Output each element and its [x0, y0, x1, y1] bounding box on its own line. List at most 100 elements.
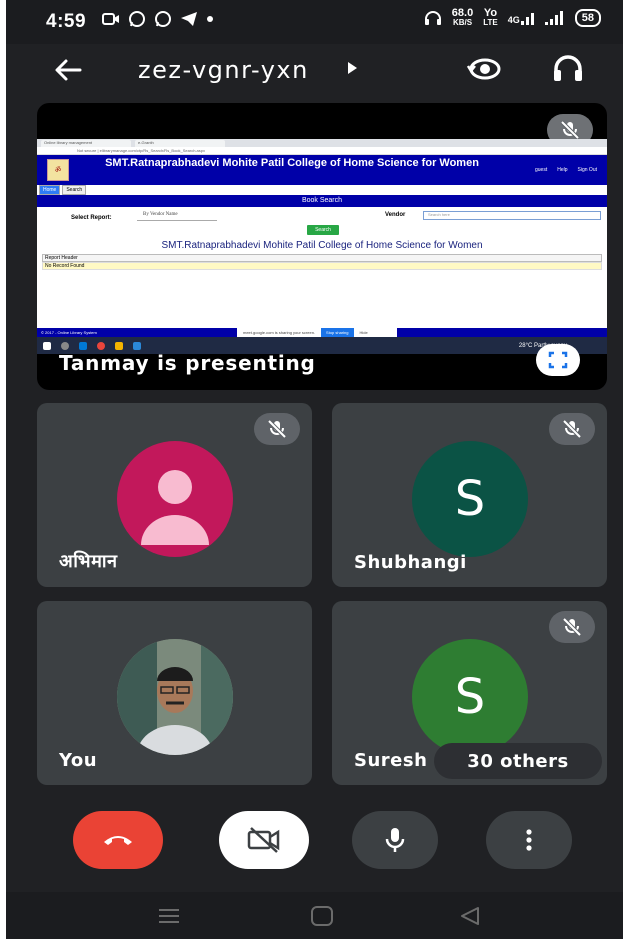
participant-name: अभिमान	[59, 551, 118, 572]
search-form: Select Report: By Vendor Name Vendor Sea…	[37, 207, 607, 235]
fullscreen-icon	[548, 351, 568, 369]
hide-button: Hide	[359, 330, 368, 335]
vendor-input: Search here	[423, 211, 601, 220]
fullscreen-button[interactable]	[536, 344, 580, 376]
camera-toggle-button[interactable]	[219, 811, 309, 869]
windows-start-icon	[43, 341, 51, 350]
whatsapp-icon-2	[155, 11, 171, 27]
home-icon[interactable]	[310, 905, 334, 927]
select-report-value: By Vendor Name	[137, 212, 217, 221]
vendor-label: Vendor	[385, 212, 406, 218]
presenter-label: Tanmay is presenting	[59, 351, 316, 375]
site-link: guest	[535, 167, 548, 173]
site-title: SMT.Ratnaprabhadevi Mohite Patil College…	[105, 157, 479, 169]
site-header: ॐ SMT.Ratnaprabhadevi Mohite Patil Colle…	[37, 155, 607, 185]
dot-icon	[207, 16, 213, 22]
meeting-header: zez-vgnr-yxn	[6, 44, 623, 96]
signal-bars-icon	[520, 13, 534, 25]
participant-name: Suresh	[354, 750, 428, 771]
status-time: 4:59	[46, 11, 87, 32]
network-type: 4G	[507, 15, 520, 25]
presentation-tile[interactable]: Online library management e-Granth Not s…	[37, 103, 607, 390]
site-link: Sign Out	[577, 167, 597, 173]
folder-icon	[115, 341, 123, 350]
browser-tab: e-Granth	[135, 140, 225, 147]
avatar: S	[412, 441, 528, 557]
site-nav-tab: Search	[62, 185, 87, 195]
avatar	[117, 441, 233, 557]
participant-tile[interactable]: S Shubhangi	[332, 403, 607, 587]
whatsapp-icon	[129, 11, 145, 27]
section-title-bar: Book Search	[37, 195, 607, 207]
volte-bottom: LTE	[483, 18, 498, 27]
mic-toggle-button[interactable]	[352, 811, 438, 869]
battery-indicator: 58	[574, 9, 601, 27]
participant-muted-badge	[549, 611, 595, 643]
participant-name: Shubhangi	[354, 552, 467, 573]
camera-off-icon	[247, 827, 280, 853]
notification-icons	[102, 10, 214, 28]
network-speed-unit: KB/S	[452, 18, 473, 27]
browser-tab-bar: Online library management e-Granth	[37, 139, 607, 147]
back-arrow-icon[interactable]	[52, 54, 84, 86]
system-nav-bar	[6, 892, 623, 939]
phone-hangup-icon	[104, 836, 132, 845]
recent-apps-icon[interactable]	[157, 907, 181, 925]
share-notice-text: meet.google.com is sharing your screen.	[243, 330, 316, 335]
mic-off-icon	[562, 617, 582, 637]
headphones-status-icon	[424, 11, 441, 25]
app-icon	[133, 341, 141, 350]
search-button: Search	[307, 225, 339, 235]
site-links: guest Help Sign Out	[535, 167, 597, 173]
chrome-icon	[97, 341, 105, 350]
volte-top: Yo	[483, 7, 498, 19]
person-icon	[141, 470, 209, 545]
college-title: SMT.Ratnaprabhadevi Mohite Patil College…	[161, 240, 483, 251]
signal-4g: 4G	[508, 11, 535, 25]
end-call-button[interactable]	[73, 811, 163, 869]
avatar: S	[412, 639, 528, 755]
telegram-icon	[181, 12, 197, 26]
more-vert-icon	[526, 829, 532, 851]
participant-tile[interactable]: अभिमान	[37, 403, 312, 587]
camera-notification-icon	[102, 13, 119, 25]
site-nav-tab: Home	[39, 185, 61, 195]
participant-muted-badge	[549, 413, 595, 445]
browser-url-bar: Not secure | elibrarymanage.com/ctp/Rs_S…	[37, 147, 607, 155]
select-report-label: Select Report:	[71, 215, 112, 221]
back-icon[interactable]	[458, 905, 482, 927]
site-nav: Home Search	[37, 185, 607, 195]
network-speed-value: 68.0	[451, 7, 474, 19]
mic-icon	[385, 828, 405, 852]
switch-camera-icon[interactable]	[465, 52, 505, 86]
avatar-photo	[117, 639, 233, 755]
status-right: 68.0 KB/S Yo LTE 4G 58	[424, 8, 601, 28]
user-photo	[117, 639, 233, 755]
participant-name: You	[59, 750, 98, 771]
app-icon	[79, 341, 87, 350]
mic-off-icon	[562, 419, 582, 439]
stop-sharing-button: Stop sharing	[321, 328, 354, 337]
meet-app: 4:59 68.0 KB/S Yo LTE 4G 58 zez-vgnr-yxn…	[6, 0, 623, 939]
mic-off-icon	[267, 419, 287, 439]
college-logo: ॐ	[47, 159, 69, 181]
shared-screen: Online library management e-Granth Not s…	[37, 139, 607, 354]
report-header: Report Header	[42, 254, 602, 262]
participant-tile-self[interactable]: You	[37, 601, 312, 785]
mic-off-icon	[560, 120, 580, 140]
more-options-button[interactable]	[486, 811, 572, 869]
meeting-code[interactable]: zez-vgnr-yxn	[138, 56, 309, 84]
search-icon	[61, 341, 69, 350]
screen-share-notice: meet.google.com is sharing your screen. …	[237, 328, 397, 337]
browser-tab: Online library management	[41, 140, 131, 147]
report-row: No Record Found	[42, 262, 602, 270]
status-bar: 4:59 68.0 KB/S Yo LTE 4G 58	[6, 0, 623, 44]
network-speed: 68.0 KB/S	[452, 8, 473, 28]
audio-output-headphones-icon[interactable]	[551, 52, 585, 86]
others-count-button[interactable]: 30 others	[434, 743, 602, 779]
signal-bars-icon-2	[544, 11, 563, 25]
site-link: Help	[557, 167, 568, 173]
meeting-details-caret-icon[interactable]	[348, 62, 357, 74]
participant-muted-badge	[254, 413, 300, 445]
volte-indicator: Yo LTE	[483, 8, 498, 28]
